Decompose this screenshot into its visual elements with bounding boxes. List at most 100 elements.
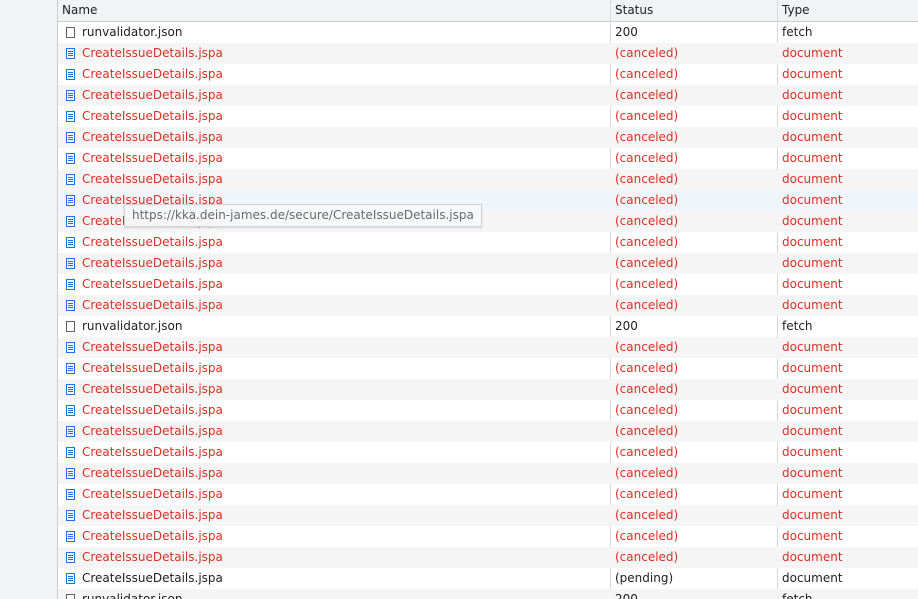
request-row[interactable]: CreateIssueDetails.jspa (canceled) documen… <box>58 358 918 379</box>
request-type: document <box>782 151 843 165</box>
request-status: (canceled) <box>615 67 679 81</box>
request-row[interactable]: CreateIssueDetails.jspa (canceled) documen… <box>58 169 918 190</box>
request-name[interactable]: CreateIssueDetails.jspa <box>82 253 607 274</box>
request-type: fetch <box>782 25 813 39</box>
document-icon <box>66 153 75 164</box>
request-name[interactable]: CreateIssueDetails.jspa <box>82 127 607 148</box>
request-row[interactable]: CreateIssueDetails.jspa (canceled) documen… <box>58 274 918 295</box>
request-row[interactable]: CreateIssueDetails.jspa (canceled) documen… <box>58 400 918 421</box>
request-name[interactable]: CreateIssueDetails.jspa <box>82 106 607 127</box>
request-status: (canceled) <box>615 382 679 396</box>
request-name[interactable]: CreateIssueDetails.jspa <box>82 232 607 253</box>
fetch-icon <box>66 321 75 332</box>
left-gutter <box>0 0 58 599</box>
request-name[interactable]: CreateIssueDetails.jspa <box>82 484 607 505</box>
document-icon <box>66 363 75 374</box>
request-name[interactable]: runvalidator.json <box>82 22 607 43</box>
request-row[interactable]: CreateIssueDetails.jspa (canceled) documen… <box>58 148 918 169</box>
request-name[interactable]: CreateIssueDetails.jspa <box>82 295 607 316</box>
request-type: document <box>782 235 843 249</box>
request-row[interactable]: runvalidator.json 200 fetch <box>58 316 918 337</box>
request-status: (canceled) <box>615 151 679 165</box>
column-header-type[interactable]: Type <box>778 0 918 21</box>
request-type: document <box>782 46 843 60</box>
table-header: Name Status Type <box>58 0 918 22</box>
request-status: (pending) <box>615 571 674 585</box>
request-status: (canceled) <box>615 466 679 480</box>
request-name[interactable]: CreateIssueDetails.jspa <box>82 358 607 379</box>
request-row[interactable]: CreateIssueDetails.jspa (canceled) documen… <box>58 253 918 274</box>
request-status: (canceled) <box>615 361 679 375</box>
request-type: document <box>782 382 843 396</box>
request-status: (canceled) <box>615 487 679 501</box>
request-name[interactable]: CreateIssueDetails.jspa <box>82 547 607 568</box>
request-name[interactable]: CreateIssueDetails.jspa <box>82 379 607 400</box>
request-row[interactable]: CreateIssueDetails.jspa (canceled) documen… <box>58 442 918 463</box>
request-row[interactable]: CreateIssueDetails.jspa (canceled) documen… <box>58 106 918 127</box>
request-row[interactable]: CreateIssueDetails.jspa (canceled) documen… <box>58 463 918 484</box>
column-header-name[interactable]: Name <box>58 0 611 21</box>
request-type: document <box>782 466 843 480</box>
request-row[interactable]: CreateIssueDetails.jspa (canceled) documen… <box>58 64 918 85</box>
request-row[interactable]: CreateIssueDetails.jspa (canceled) documen… <box>58 85 918 106</box>
request-type: document <box>782 508 843 522</box>
request-type: document <box>782 67 843 81</box>
document-icon <box>66 279 75 290</box>
request-type: document <box>782 109 843 123</box>
url-tooltip: https://kka.dein-james.de/secure/CreateI… <box>124 204 482 227</box>
request-name[interactable]: CreateIssueDetails.jspa <box>82 64 607 85</box>
request-row[interactable]: CreateIssueDetails.jspa (canceled) documen… <box>58 526 918 547</box>
request-row[interactable]: CreateIssueDetails.jspa (canceled) documen… <box>58 43 918 64</box>
request-name[interactable]: CreateIssueDetails.jspa <box>82 421 607 442</box>
request-row[interactable]: CreateIssueDetails.jspa (canceled) documen… <box>58 127 918 148</box>
request-row[interactable]: runvalidator.json 200 fetch <box>58 589 918 599</box>
request-name[interactable]: CreateIssueDetails.jspa <box>82 463 607 484</box>
request-row[interactable]: CreateIssueDetails.jspa (canceled) documen… <box>58 421 918 442</box>
request-row[interactable]: CreateIssueDetails.jspa (pending) document <box>58 568 918 589</box>
request-name[interactable]: CreateIssueDetails.jspa <box>82 400 607 421</box>
request-type: document <box>782 529 843 543</box>
request-name[interactable]: CreateIssueDetails.jspa <box>82 442 607 463</box>
request-name[interactable]: CreateIssueDetails.jspa <box>82 505 607 526</box>
request-status: (canceled) <box>615 277 679 291</box>
column-header-status[interactable]: Status <box>611 0 778 21</box>
request-rows: runvalidator.json 200 fetch CreateIssueDeta… <box>58 22 918 599</box>
request-name[interactable]: runvalidator.json <box>82 316 607 337</box>
request-type: document <box>782 445 843 459</box>
document-icon <box>66 384 75 395</box>
document-icon <box>66 552 75 563</box>
request-row[interactable]: CreateIssueDetails.jspa (canceled) documen… <box>58 547 918 568</box>
document-icon <box>66 174 75 185</box>
request-name[interactable]: runvalidator.json <box>82 589 607 599</box>
document-icon <box>66 405 75 416</box>
document-icon <box>66 48 75 59</box>
request-type: document <box>782 340 843 354</box>
request-row[interactable]: CreateIssueDetails.jspa (canceled) documen… <box>58 232 918 253</box>
request-status: (canceled) <box>615 172 679 186</box>
request-row[interactable]: CreateIssueDetails.jspa (canceled) documen… <box>58 379 918 400</box>
request-name[interactable]: CreateIssueDetails.jspa <box>82 169 607 190</box>
request-status: (canceled) <box>615 403 679 417</box>
request-row[interactable]: CreateIssueDetails.jspa (canceled) documen… <box>58 295 918 316</box>
request-status: (canceled) <box>615 235 679 249</box>
request-name[interactable]: CreateIssueDetails.jspa <box>82 526 607 547</box>
request-row[interactable]: CreateIssueDetails.jspa (canceled) documen… <box>58 505 918 526</box>
request-name[interactable]: CreateIssueDetails.jspa <box>82 43 607 64</box>
request-status: (canceled) <box>615 130 679 144</box>
request-status: (canceled) <box>615 340 679 354</box>
fetch-icon <box>66 594 75 599</box>
request-name[interactable]: CreateIssueDetails.jspa <box>82 148 607 169</box>
request-name[interactable]: CreateIssueDetails.jspa <box>82 568 607 589</box>
request-status: (canceled) <box>615 529 679 543</box>
request-row[interactable]: runvalidator.json 200 fetch <box>58 22 918 43</box>
document-icon <box>66 447 75 458</box>
request-name[interactable]: CreateIssueDetails.jspa <box>82 337 607 358</box>
request-status: (canceled) <box>615 214 679 228</box>
request-status: 200 <box>615 319 638 333</box>
document-icon <box>66 426 75 437</box>
request-name[interactable]: CreateIssueDetails.jspa <box>82 85 607 106</box>
request-row[interactable]: CreateIssueDetails.jspa (canceled) documen… <box>58 484 918 505</box>
request-name[interactable]: CreateIssueDetails.jspa <box>82 274 607 295</box>
request-row[interactable]: CreateIssueDetails.jspa (canceled) documen… <box>58 337 918 358</box>
document-icon <box>66 195 75 206</box>
